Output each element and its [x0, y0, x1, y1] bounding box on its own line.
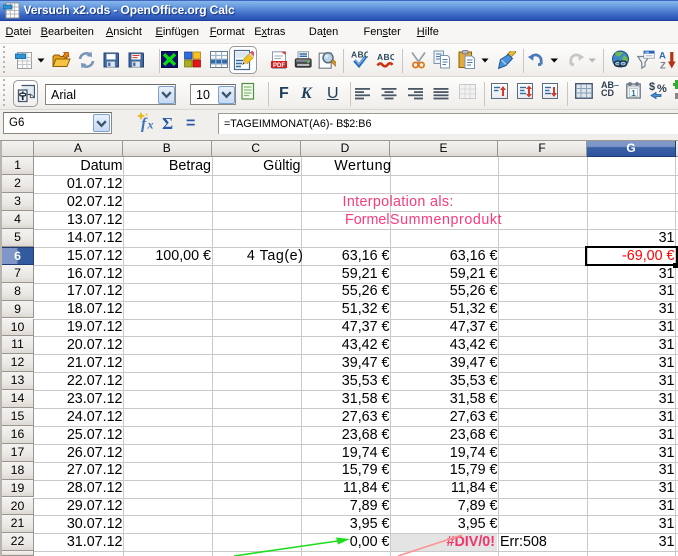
- svg-text:1: 1: [631, 88, 636, 98]
- svg-text:=: =: [186, 115, 195, 132]
- svg-text:ABC: ABC: [377, 52, 394, 62]
- svg-text:PDF: PDF: [273, 63, 285, 69]
- svg-text:Z: Z: [660, 61, 666, 70]
- svg-text:Σ: Σ: [162, 114, 173, 132]
- svg-text:%: %: [657, 83, 667, 95]
- svg-text:$: $: [649, 81, 655, 93]
- svg-text:x: x: [147, 118, 154, 132]
